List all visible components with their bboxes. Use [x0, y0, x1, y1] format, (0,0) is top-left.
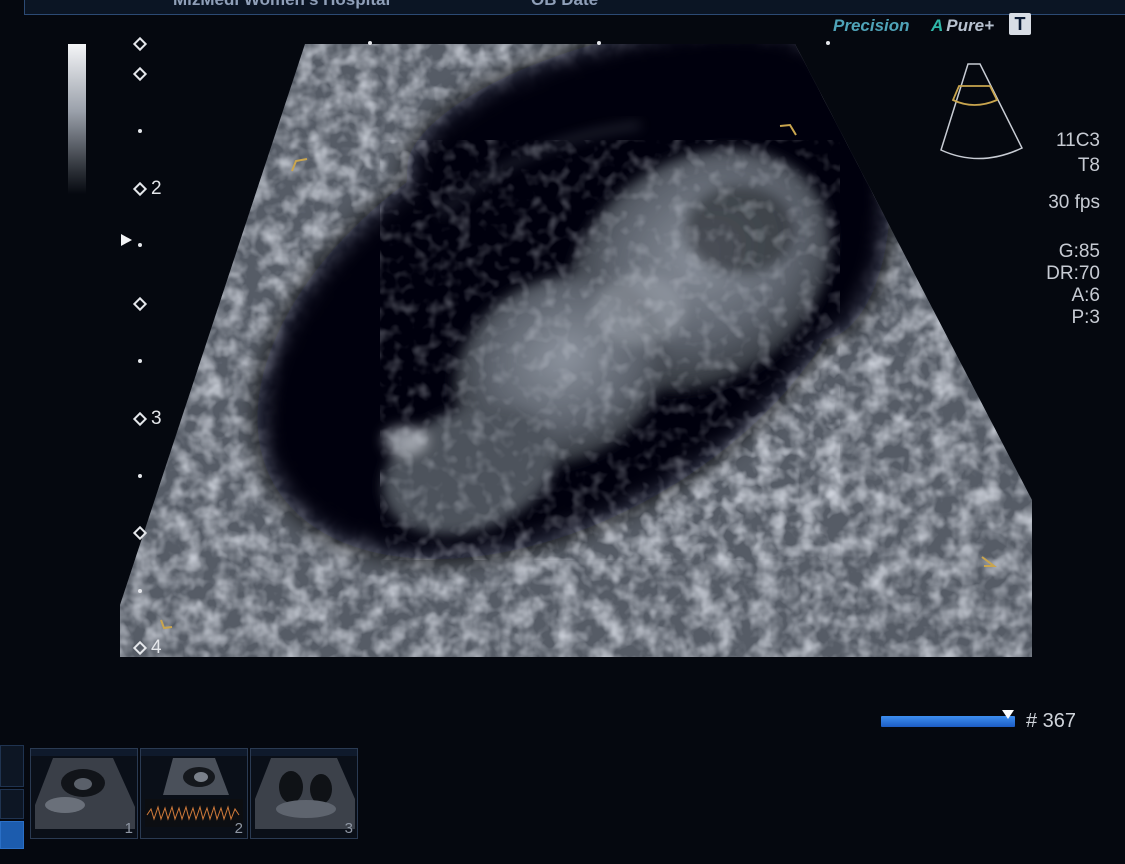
thumbnail-header — [31, 749, 137, 756]
thumbnail-header — [251, 749, 357, 756]
left-tab-active[interactable] — [0, 821, 24, 849]
left-tab[interactable] — [0, 789, 24, 819]
depth-tick — [138, 359, 142, 363]
depth-tick — [132, 525, 148, 541]
frame-rate: 30 fps — [1048, 192, 1100, 213]
thumbnail-image — [255, 758, 355, 829]
left-tab-strip — [0, 745, 24, 864]
probe-sector-icon — [940, 63, 1024, 160]
cine-frame-number: # 367 — [1026, 710, 1077, 732]
gain-value: G:85 — [1058, 241, 1100, 262]
depth-tick — [138, 243, 142, 247]
thumbnail-number: 1 — [124, 820, 133, 837]
thumbnail-number: 2 — [234, 820, 243, 837]
thumbnail-header — [141, 749, 247, 756]
cine-position-marker[interactable] — [1002, 710, 1014, 719]
thumbnail-number: 3 — [344, 820, 353, 837]
depth-label: 3 — [151, 408, 162, 429]
depth-tick — [138, 129, 142, 133]
averaging-value: A:6 — [1071, 285, 1100, 306]
depth-tick — [132, 181, 148, 197]
depth-scale: 2 3 4 — [0, 0, 170, 680]
persistence-value: P:3 — [1071, 307, 1100, 328]
depth-tick — [132, 411, 148, 427]
thumbnail-image — [35, 758, 135, 829]
depth-tick — [138, 474, 142, 478]
depth-tick — [132, 640, 148, 656]
thumbnail-image — [145, 758, 243, 827]
depth-tick — [132, 66, 148, 82]
depth-label: 4 — [151, 637, 162, 658]
depth-tick — [138, 589, 142, 593]
thumbnail-2[interactable]: 2 — [140, 748, 248, 839]
probe-mode: T8 — [1077, 155, 1100, 176]
depth-label: 2 — [151, 178, 162, 199]
depth-tick — [132, 36, 148, 52]
focus-marker-icon[interactable] — [121, 234, 132, 246]
left-tab[interactable] — [0, 745, 24, 787]
thumbnail-3[interactable]: 3 — [250, 748, 358, 839]
thumbnail-1[interactable]: 1 — [30, 748, 138, 839]
depth-tick — [132, 296, 148, 312]
cine-progress-bar[interactable] — [881, 716, 1015, 727]
probe-name: 11C3 — [1055, 130, 1100, 151]
dynamic-range-value: DR:70 — [1046, 263, 1100, 284]
